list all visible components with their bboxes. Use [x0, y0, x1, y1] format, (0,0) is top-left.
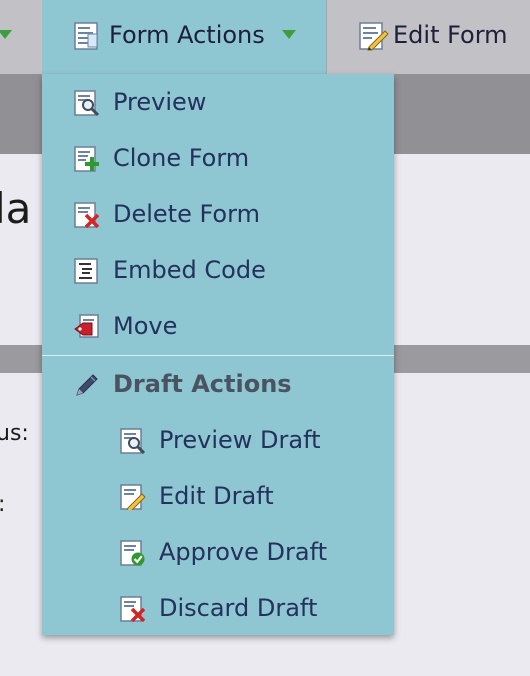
edit-form-tab[interactable]: Edit Form [327, 0, 530, 74]
clone-form-icon [74, 146, 99, 172]
page-title: la [0, 184, 32, 233]
preview-icon [74, 90, 100, 116]
draft-actions-header: Draft Actions [42, 361, 394, 407]
draft-actions-label: Draft Actions [113, 370, 292, 398]
form-actions-label: Form Actions [109, 21, 265, 49]
edit-form-label: Edit Form [393, 21, 508, 49]
approve-draft-icon [120, 540, 145, 566]
discard-draft-icon [120, 596, 146, 622]
menu-item-label: Clone Form [113, 144, 250, 172]
menu-item-preview[interactable]: Preview [42, 79, 394, 125]
menu-item-label: Approve Draft [159, 538, 327, 566]
form-icon [74, 22, 98, 50]
delete-form-icon [74, 202, 100, 228]
menu-item-label: Preview [113, 88, 207, 116]
form-actions-tab[interactable]: Form Actions [42, 0, 326, 74]
menu-item-label: Delete Form [113, 200, 260, 228]
toolbar: Form Actions Edit Form [0, 0, 530, 74]
menu-item-edit-draft[interactable]: Edit Draft [42, 473, 394, 519]
menu-item-approve-draft[interactable]: Approve Draft [42, 529, 394, 575]
menu-divider [42, 355, 394, 356]
edit-draft-icon [120, 484, 146, 510]
menu-item-label: Preview Draft [159, 426, 321, 454]
dropdown-arrow-icon[interactable] [0, 30, 12, 39]
status-label: us: [0, 421, 29, 446]
field-label: : [0, 494, 5, 516]
menu-item-discard-draft[interactable]: Discard Draft [42, 585, 394, 631]
edit-form-icon [359, 22, 389, 51]
form-actions-menu: Preview Clone Form Delete Form Embed Cod… [42, 74, 394, 635]
embed-code-icon [74, 258, 98, 284]
menu-item-embed-code[interactable]: Embed Code [42, 247, 394, 293]
menu-item-label: Edit Draft [159, 482, 274, 510]
menu-item-move[interactable]: Move [42, 303, 394, 349]
move-icon [74, 314, 99, 338]
pencil-icon [76, 374, 98, 396]
menu-item-label: Discard Draft [159, 594, 318, 622]
menu-item-label: Move [113, 312, 178, 340]
menu-item-label: Embed Code [113, 256, 266, 284]
preview-draft-icon [120, 428, 146, 454]
chevron-down-icon [282, 30, 296, 39]
menu-item-clone-form[interactable]: Clone Form [42, 135, 394, 181]
menu-item-preview-draft[interactable]: Preview Draft [42, 417, 394, 463]
menu-item-delete-form[interactable]: Delete Form [42, 191, 394, 237]
